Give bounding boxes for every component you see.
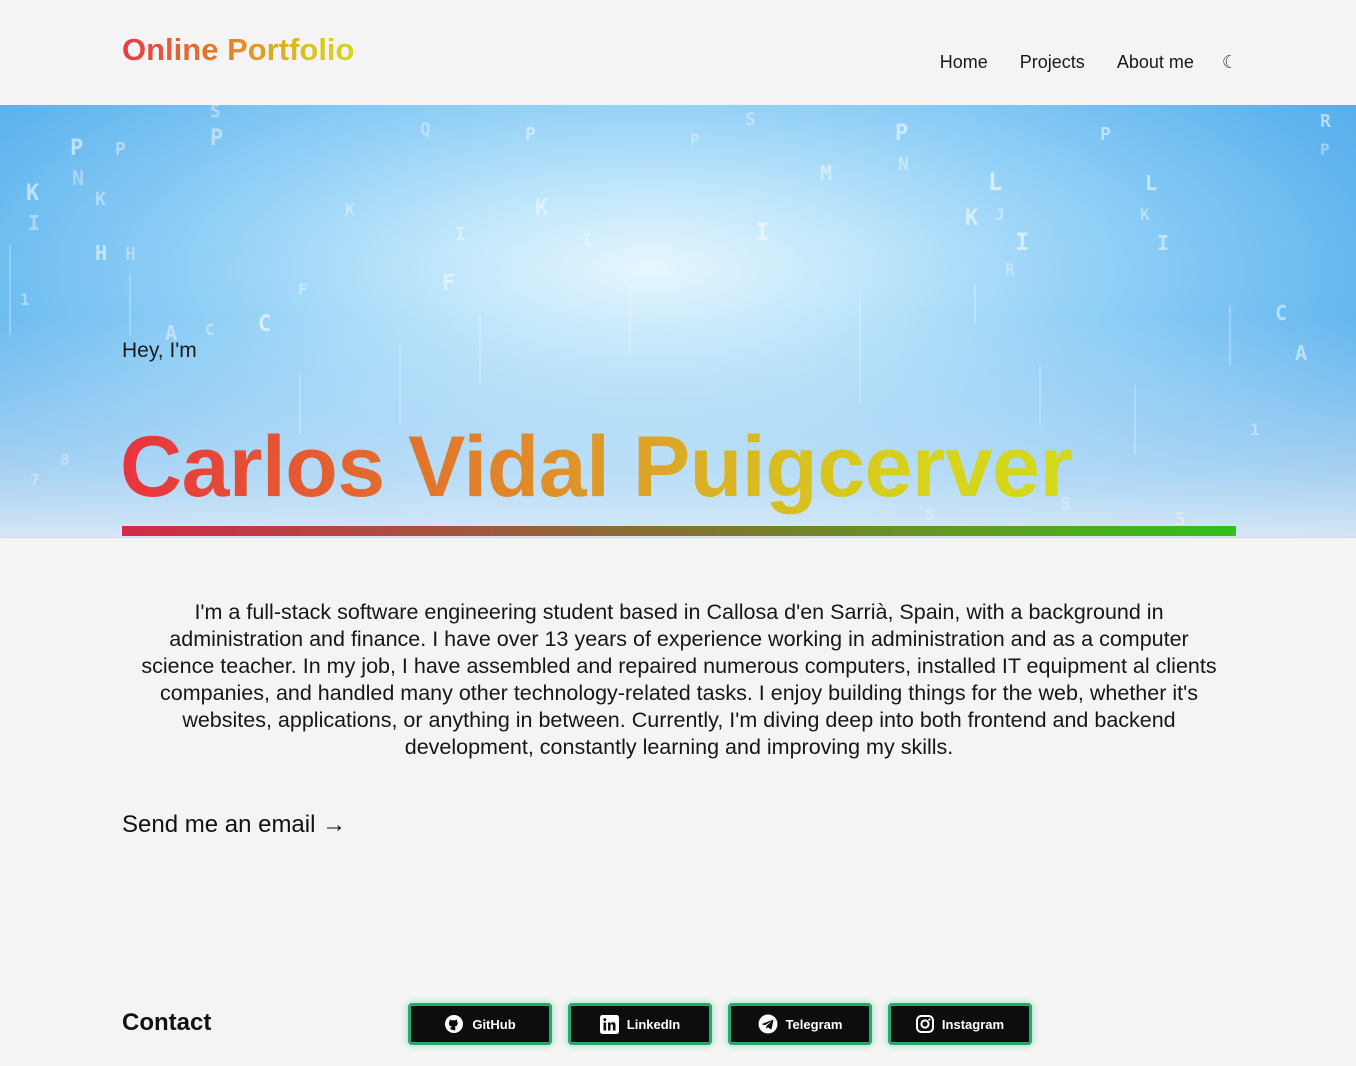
instagram-icon (915, 1015, 934, 1033)
svg-text:J: J (995, 205, 1005, 224)
github-icon (444, 1014, 464, 1034)
svg-text:I: I (28, 211, 40, 235)
svg-text:K: K (535, 196, 549, 221)
github-label: GitHub (472, 1016, 516, 1032)
svg-text:N: N (72, 166, 84, 190)
svg-text:Q: Q (420, 119, 431, 140)
svg-text:H: H (95, 241, 107, 265)
hero-name-title: Carlos Vidal Puigcerver (120, 419, 1073, 515)
svg-text:K: K (1140, 205, 1150, 224)
svg-text:S: S (745, 109, 756, 130)
telegram-label: Telegram (785, 1016, 843, 1032)
instagram-button[interactable]: Instagram (888, 1003, 1032, 1045)
social-buttons: GitHub LinkedIn Telegram Instagram (408, 1003, 1032, 1045)
svg-text:P: P (210, 126, 223, 151)
linkedin-label: LinkedIn (626, 1016, 681, 1032)
svg-text:1: 1 (20, 290, 30, 309)
svg-text:I: I (755, 218, 769, 246)
nav-projects[interactable]: Projects (1020, 49, 1085, 75)
telegram-icon (758, 1014, 778, 1034)
brand-logo[interactable]: Online Portfolio (122, 30, 355, 70)
svg-text:P: P (895, 121, 908, 146)
svg-text:R: R (1320, 111, 1331, 132)
svg-text:P: P (1100, 124, 1111, 145)
svg-text:P: P (115, 139, 126, 160)
svg-text:F: F (298, 280, 308, 299)
svg-text:P: P (690, 130, 700, 149)
svg-text:P: P (525, 124, 536, 145)
svg-text:I: I (455, 224, 466, 245)
hero-greeting: Hey, I'm (122, 339, 197, 362)
nav-about-me[interactable]: About me (1117, 49, 1194, 75)
nav-home[interactable]: Home (940, 49, 988, 75)
linkedin-button[interactable]: LinkedIn (568, 1003, 712, 1045)
telegram-button[interactable]: Telegram (728, 1003, 872, 1045)
svg-text:P: P (70, 136, 83, 161)
svg-text:K: K (26, 181, 40, 206)
svg-text:R: R (1005, 260, 1015, 279)
bio-paragraph: I'm a full-stack software engineering st… (141, 600, 1217, 759)
svg-text:K: K (965, 206, 979, 231)
svg-text:L: L (988, 168, 1002, 196)
svg-text:I: I (1015, 228, 1029, 256)
svg-text:I: I (582, 230, 592, 249)
site-header: Online Portfolio Home Projects About me … (0, 0, 1356, 105)
github-button[interactable]: GitHub (408, 1003, 552, 1045)
svg-text:F: F (442, 271, 455, 296)
svg-text:S: S (210, 105, 221, 122)
svg-text:L: L (1145, 171, 1157, 195)
send-email-link[interactable]: Send me an email → (122, 809, 346, 841)
hero-gradient-underline (122, 526, 1236, 536)
svg-text:N: N (898, 154, 909, 175)
svg-text:I: I (1157, 231, 1169, 255)
theme-toggle-moon-icon[interactable]: ☾ (1222, 49, 1238, 75)
svg-text:M: M (820, 161, 832, 185)
svg-text:K: K (345, 200, 355, 219)
svg-text:K: K (95, 189, 106, 210)
main-nav: Home Projects About me ☾ (908, 49, 1238, 75)
linkedin-icon (599, 1014, 619, 1034)
svg-text:P: P (1320, 140, 1330, 159)
instagram-label: Instagram (941, 1016, 1005, 1032)
svg-text:H: H (125, 244, 136, 265)
contact-heading: Contact (122, 1009, 212, 1036)
hero-banner: P N K I P K H H P S C C A F K Q I F P K … (0, 105, 1356, 538)
